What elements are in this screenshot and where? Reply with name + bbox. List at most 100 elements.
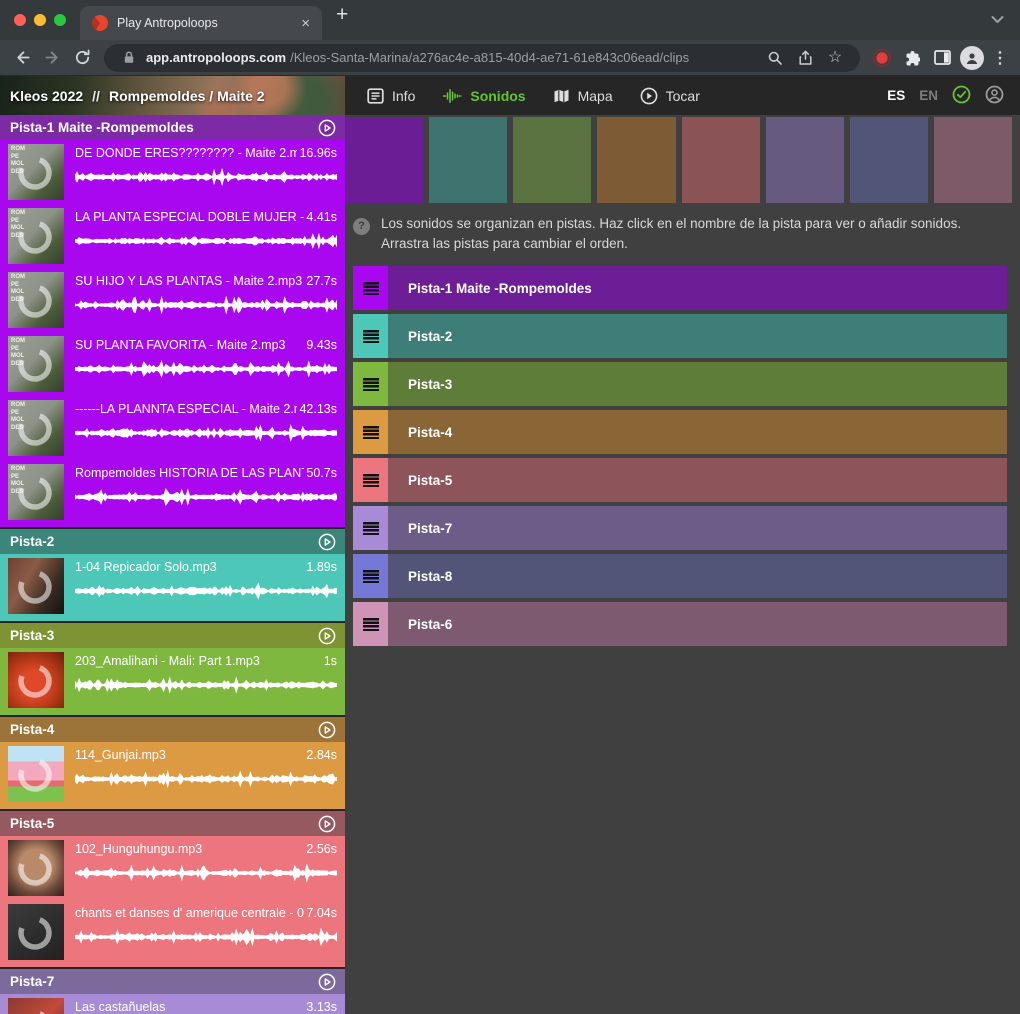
drag-handle[interactable] (353, 458, 388, 502)
clip-thumbnail: ROM PE MOL DES (8, 464, 64, 520)
track-row-pista-7[interactable]: Pista-7 (353, 506, 1007, 550)
record-extension-icon[interactable] (868, 44, 896, 72)
drag-handle[interactable] (353, 554, 388, 598)
clip-name: chants et danses d' amerique centrale - … (75, 906, 304, 920)
track-row-pista-4[interactable]: Pista-4 (353, 410, 1007, 454)
sidebar-track-section-pista-3: Pista-3 203_Amalihani - Mali: Part 1.mp31… (0, 623, 345, 715)
clip-item[interactable]: ROM PE MOL DESDE DONDE ERES???????? - Ma… (0, 140, 345, 204)
track-color-swatch-pista-8 (850, 117, 928, 203)
track-header[interactable]: Pista-7 (0, 969, 345, 994)
saved-check-icon[interactable] (952, 85, 971, 107)
clip-item[interactable]: 203_Amalihani - Mali: Part 1.mp31s (0, 648, 345, 712)
bookmark-star-icon[interactable]: ☆ (822, 45, 848, 71)
clip-title-row: ------LA PLANNTA ESPECIAL - Maite 2.mp34… (75, 402, 337, 416)
track-row-pista-5[interactable]: Pista-5 (353, 458, 1007, 502)
clip-body: 203_Amalihani - Mali: Part 1.mp31s (75, 652, 337, 712)
minimize-window-button[interactable] (34, 14, 46, 26)
profile-avatar[interactable] (958, 44, 986, 72)
clip-item[interactable]: Las castañuelas3.13s (0, 994, 345, 1014)
track-color-swatch-pista-1 (345, 117, 423, 203)
url-host: app.antropoloops.com (146, 50, 286, 65)
track-row-pista-1[interactable]: Pista-1 Maite -Rompemoldes (353, 266, 1007, 310)
nav-sonidos[interactable]: Sonidos (442, 88, 525, 104)
clip-item[interactable]: ROM PE MOL DES------LA PLANNTA ESPECIAL … (0, 396, 345, 460)
lang-es-button[interactable]: ES (887, 88, 905, 103)
play-track-button[interactable] (318, 627, 336, 645)
clip-item[interactable]: chants et danses d' amerique centrale - … (0, 900, 345, 964)
loop-icon (14, 1006, 56, 1014)
drag-handle[interactable] (353, 314, 388, 358)
browser-window: Play Antropoloops × + app.antropoloops.c… (0, 0, 1020, 1014)
zoom-window-button[interactable] (54, 14, 66, 26)
lock-icon[interactable] (116, 45, 142, 71)
clip-duration: 2.84s (304, 748, 337, 762)
clip-item[interactable]: ROM PE MOL DESRompemoldes HISTORIA DE LA… (0, 460, 345, 524)
clip-item[interactable]: ROM PE MOL DESSU PLANTA FAVORITA - Maite… (0, 332, 345, 396)
extensions-puzzle-icon[interactable] (898, 44, 926, 72)
track-color-swatch-pista-4 (597, 117, 675, 203)
clip-body: Rompemoldes HISTORIA DE LAS PLANTAS...50… (75, 464, 337, 524)
play-track-button[interactable] (318, 973, 336, 991)
zoom-page-icon[interactable] (762, 45, 788, 71)
clip-item[interactable]: 114_Gunjai.mp32.84s (0, 742, 345, 806)
clip-duration: 27.7s (304, 274, 337, 288)
clip-waveform (75, 231, 337, 251)
track-header[interactable]: Pista-1 Maite -Rompemoldes (0, 115, 345, 140)
track-row-pista-6[interactable]: Pista-6 (353, 602, 1007, 646)
clip-item[interactable]: ROM PE MOL DESLA PLANTA ESPECIAL DOBLE M… (0, 204, 345, 268)
track-header[interactable]: Pista-5 (0, 811, 345, 836)
new-tab-button[interactable]: + (336, 3, 348, 33)
share-icon[interactable] (792, 45, 818, 71)
breadcrumb: Kleos 2022 // Rompemoldes / Maite 2 (0, 76, 345, 115)
nav-info[interactable]: Info (367, 88, 415, 104)
clip-title-row: chants et danses d' amerique centrale - … (75, 906, 337, 920)
play-icon (318, 973, 336, 991)
clip-item[interactable]: ROM PE MOL DESSU HIJO Y LAS PLANTAS - Ma… (0, 268, 345, 332)
track-header-label: Pista-4 (10, 722, 54, 737)
nav-mapa-label: Mapa (578, 88, 613, 104)
track-clip-list: 1-04 Repicador Solo.mp31.89s (0, 554, 345, 621)
clip-name: 102_Hunguhungu.mp3 (75, 842, 304, 856)
lang-en-button[interactable]: EN (919, 88, 938, 103)
drag-handle[interactable] (353, 362, 388, 406)
side-panel-icon[interactable] (928, 44, 956, 72)
track-header[interactable]: Pista-4 (0, 717, 345, 742)
track-row-pista-8[interactable]: Pista-8 (353, 554, 1007, 598)
drag-handle[interactable] (353, 410, 388, 454)
close-window-button[interactable] (14, 14, 26, 26)
clip-item[interactable]: 1-04 Repicador Solo.mp31.89s (0, 554, 345, 618)
play-track-button[interactable] (318, 721, 336, 739)
drag-handle[interactable] (353, 602, 388, 646)
account-icon[interactable] (985, 85, 1004, 107)
play-icon (318, 721, 336, 739)
breadcrumb-project[interactable]: Kleos 2022 (10, 88, 83, 104)
back-button[interactable] (8, 44, 36, 72)
track-header[interactable]: Pista-3 (0, 623, 345, 648)
thumbnail-caption: ROM PE MOL DES (11, 274, 25, 304)
play-track-button[interactable] (318, 533, 336, 551)
track-header[interactable]: Pista-2 (0, 529, 345, 554)
tab-close-icon[interactable]: × (299, 15, 312, 32)
sidebar-track-section-pista-7: Pista-7Las castañuelas3.13s (0, 969, 345, 1014)
browser-tab[interactable]: Play Antropoloops × (80, 6, 322, 40)
tab-strip: Play Antropoloops × + (0, 0, 1020, 40)
drag-handle[interactable] (353, 266, 388, 310)
tab-search-chevron-icon[interactable] (991, 11, 1004, 29)
clip-waveform (75, 581, 337, 601)
clip-item[interactable]: 102_Hunguhungu.mp32.56s (0, 836, 345, 900)
traffic-lights (0, 14, 80, 26)
nav-tocar[interactable]: Tocar (640, 87, 700, 105)
drag-handle[interactable] (353, 506, 388, 550)
play-track-button[interactable] (318, 119, 336, 137)
address-bar[interactable]: app.antropoloops.com/Kleos-Santa-Marina/… (104, 44, 860, 72)
browser-menu-icon[interactable]: ⋮ (988, 48, 1012, 68)
clip-duration: 1s (322, 654, 337, 668)
track-row-pista-2[interactable]: Pista-2 (353, 314, 1007, 358)
nav-mapa[interactable]: Mapa (553, 88, 613, 104)
waveform-icon (442, 88, 462, 104)
track-row-pista-3[interactable]: Pista-3 (353, 362, 1007, 406)
play-track-button[interactable] (318, 815, 336, 833)
loop-icon (14, 848, 56, 890)
forward-button[interactable] (38, 44, 66, 72)
reload-button[interactable] (68, 44, 96, 72)
